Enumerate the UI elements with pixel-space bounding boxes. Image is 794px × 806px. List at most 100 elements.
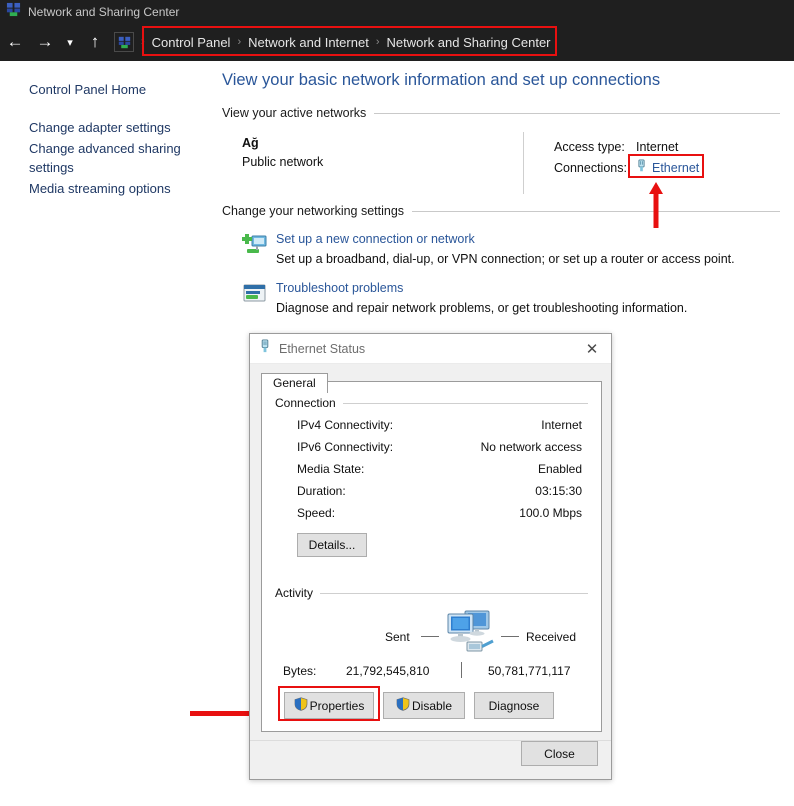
dialog-title: Ethernet Status [279, 341, 366, 356]
forward-arrow-icon[interactable]: → [30, 27, 60, 57]
new-connection-icon [242, 232, 276, 266]
ipv4-connectivity-row: IPv4 Connectivity: Internet [275, 418, 588, 432]
connection-group-header: Connection [275, 396, 588, 410]
networking-settings-section-header: Change your networking settings [220, 204, 794, 218]
uac-shield-icon [294, 697, 308, 714]
duration-value: 03:15:30 [535, 484, 582, 498]
active-network-entry: Ağ Public network Access type: Internet … [220, 132, 794, 194]
breadcrumb-network-and-sharing-center[interactable]: Network and Sharing Center [386, 35, 550, 50]
bytes-sent-value: 21,792,545,810 [346, 664, 430, 678]
connections-value-wrap: Ethernet [628, 154, 704, 178]
arrow-up-annotation [649, 182, 663, 228]
task-link-setup-new-connection[interactable]: Set up a new connection or network [276, 232, 735, 246]
speed-label: Speed: [297, 506, 336, 520]
breadcrumb-control-panel[interactable]: Control Panel [152, 35, 231, 50]
duration-label: Duration: [297, 484, 346, 498]
tab-general[interactable]: General [261, 373, 328, 393]
troubleshoot-icon [242, 281, 276, 315]
section-rule [374, 112, 780, 114]
back-arrow-icon[interactable]: ← [0, 27, 30, 57]
properties-button[interactable]: Properties [284, 692, 374, 719]
media-state-row: Media State: Enabled [275, 462, 588, 476]
sent-label: Sent [385, 630, 410, 644]
activity-group-label: Activity [275, 586, 314, 600]
access-type-value: Internet [636, 139, 679, 154]
task-body: Set up a new connection or network Set u… [276, 232, 735, 266]
up-arrow-icon[interactable]: ↑ [80, 27, 110, 57]
group-rule [342, 402, 588, 404]
uac-shield-icon [396, 697, 410, 714]
ipv4-connectivity-value: Internet [541, 418, 582, 432]
ethernet-plug-icon [636, 159, 647, 176]
task-link-troubleshoot-problems[interactable]: Troubleshoot problems [276, 281, 687, 295]
sidebar-item-control-panel-home[interactable]: Control Panel Home [0, 79, 200, 100]
sidebar-item-media-streaming-options[interactable]: Media streaming options [0, 178, 200, 199]
active-network-details: Access type: Internet Connections: Ether… [554, 136, 704, 178]
active-networks-section-header: View your active networks [220, 106, 794, 120]
network-name: Ağ [242, 136, 259, 150]
ipv6-connectivity-value: No network access [480, 440, 582, 454]
bytes-row: Bytes: 21,792,545,810 50,781,771,117 [275, 662, 588, 684]
diagnose-button[interactable]: Diagnose [474, 692, 554, 719]
page-title: View your basic network information and … [222, 71, 661, 89]
dialog-action-buttons: Properties Disable Diagnose [278, 686, 554, 721]
sidebar-item-change-adapter-settings[interactable]: Change adapter settings [0, 117, 200, 138]
bytes-label: Bytes: [283, 664, 317, 678]
task-troubleshoot-problems[interactable]: Troubleshoot problems Diagnose and repai… [220, 281, 794, 315]
network-sharing-icon [6, 2, 21, 22]
ethernet-plug-icon [259, 338, 271, 359]
window-title-bar: Network and Sharing Center [0, 0, 794, 23]
sidebar: Control Panel Home Change adapter settin… [0, 61, 220, 806]
section-rule [412, 210, 780, 212]
task-description: Diagnose and repair network problems, or… [276, 301, 688, 315]
details-button[interactable]: Details... [297, 533, 367, 557]
activity-illustration-row: Sent Received [275, 604, 588, 662]
received-dash [501, 636, 519, 637]
disable-button-label: Disable [411, 698, 453, 713]
navigation-bar: ← → ▾ ↑ › Control Panel › Network and In… [0, 23, 794, 61]
breadcrumb-separator: › [375, 36, 380, 48]
close-icon[interactable]: ✕ [573, 334, 611, 363]
ethernet-connection-link[interactable]: Ethernet [652, 161, 699, 175]
breadcrumb-network-and-internet[interactable]: Network and Internet [248, 35, 369, 50]
vertical-divider [523, 132, 524, 194]
speed-value: 100.0 Mbps [519, 506, 582, 520]
ethernet-status-dialog: Ethernet Status ✕ General Connection IPv… [249, 333, 612, 780]
ipv6-connectivity-row: IPv6 Connectivity: No network access [275, 440, 588, 454]
connections-label: Connections: [554, 160, 627, 175]
media-state-value: Enabled [537, 462, 582, 476]
two-monitors-network-icon [443, 608, 495, 663]
bytes-received-value: 50,781,771,117 [488, 664, 571, 678]
network-profile-type: Public network [242, 155, 324, 169]
ipv6-connectivity-label: IPv6 Connectivity: [297, 440, 394, 454]
ipv4-connectivity-label: IPv4 Connectivity: [297, 418, 394, 432]
close-button[interactable]: Close [521, 741, 598, 766]
task-body: Troubleshoot problems Diagnose and repai… [276, 281, 687, 315]
active-networks-label: View your active networks [222, 106, 367, 120]
group-rule [320, 592, 588, 594]
speed-row: Speed: 100.0 Mbps [275, 506, 588, 520]
connections-row: Connections: Ethernet [554, 154, 704, 178]
connection-group: Connection IPv4 Connectivity: Internet I… [275, 396, 588, 557]
duration-row: Duration: 03:15:30 [275, 484, 588, 498]
chevron-down-icon[interactable]: ▾ [60, 27, 80, 57]
task-description: Set up a broadband, dial-up, or VPN conn… [276, 252, 735, 266]
activity-group-header: Activity [275, 586, 588, 600]
disable-button[interactable]: Disable [383, 692, 465, 719]
access-type-row: Access type: Internet [554, 136, 699, 157]
dialog-tab-page: Connection IPv4 Connectivity: Internet I… [261, 381, 602, 732]
activity-group: Activity Sent Received Bytes: 21,792,545… [275, 586, 588, 684]
address-network-sharing-icon [114, 32, 134, 52]
task-setup-new-connection[interactable]: Set up a new connection or network Set u… [220, 232, 794, 266]
access-type-label: Access type: [554, 139, 625, 154]
breadcrumb-separator: › [237, 36, 242, 48]
breadcrumb-separator: › [141, 36, 145, 48]
sent-dash [421, 636, 439, 637]
address-bar[interactable]: › Control Panel › Network and Internet ›… [114, 26, 794, 56]
window-title: Network and Sharing Center [28, 4, 180, 19]
received-label: Received [526, 630, 577, 644]
sidebar-item-change-advanced-sharing-settings[interactable]: Change advanced sharing settings [0, 138, 200, 178]
networking-settings-label: Change your networking settings [222, 204, 405, 218]
dialog-title-bar: Ethernet Status ✕ [250, 334, 611, 364]
